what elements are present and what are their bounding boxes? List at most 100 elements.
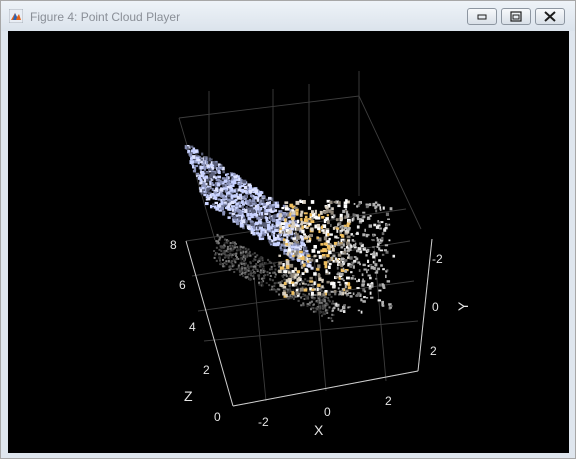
cloud-point bbox=[299, 274, 302, 277]
cloud-point bbox=[296, 270, 301, 274]
cloud-point bbox=[283, 249, 288, 252]
cloud-point bbox=[324, 290, 328, 293]
cloud-point bbox=[322, 293, 326, 297]
cloud-point bbox=[251, 202, 256, 206]
cloud-point bbox=[281, 274, 284, 277]
maximize-button[interactable] bbox=[501, 8, 531, 25]
cloud-point bbox=[375, 209, 378, 213]
cloud-point bbox=[273, 261, 276, 264]
cloud-point bbox=[250, 272, 253, 275]
cloud-point bbox=[276, 241, 281, 245]
cloud-point bbox=[380, 264, 383, 267]
cloud-point bbox=[348, 292, 352, 294]
cloud-point bbox=[268, 240, 272, 244]
cloud-point bbox=[381, 236, 384, 241]
cloud-point bbox=[341, 288, 345, 290]
cloud-point bbox=[369, 276, 372, 280]
cloud-point bbox=[195, 165, 199, 168]
cloud-point bbox=[258, 260, 261, 263]
cloud-point bbox=[252, 231, 256, 236]
cloud-point bbox=[346, 276, 350, 280]
cloud-point bbox=[346, 252, 349, 255]
cloud-point bbox=[330, 223, 332, 227]
cloud-point bbox=[384, 227, 388, 230]
cloud-point bbox=[357, 218, 361, 221]
cloud-point bbox=[228, 265, 231, 268]
cloud-point bbox=[225, 249, 228, 252]
cloud-point bbox=[337, 307, 340, 311]
cloud-point bbox=[331, 313, 334, 316]
cloud-point bbox=[219, 188, 224, 192]
z-axis-ticks: 8 6 4 2 0 bbox=[170, 238, 221, 424]
cloud-point bbox=[307, 283, 310, 286]
title-bar[interactable]: Figure 4: Point Cloud Player bbox=[1, 1, 575, 31]
point-cloud-axes[interactable]: 8 6 4 2 0 Z -2 0 2 X -2 0 2 Y bbox=[8, 31, 569, 453]
cloud-point bbox=[336, 273, 339, 275]
cloud-point bbox=[214, 196, 217, 200]
cloud-point bbox=[287, 248, 292, 252]
cloud-point bbox=[364, 228, 366, 232]
cloud-point bbox=[372, 246, 375, 249]
minimize-button[interactable] bbox=[467, 8, 497, 25]
cloud-point bbox=[281, 280, 284, 283]
cloud-point bbox=[339, 225, 342, 228]
cloud-point bbox=[201, 152, 204, 156]
cloud-point bbox=[244, 247, 247, 250]
cloud-point bbox=[335, 218, 339, 222]
cloud-point bbox=[353, 256, 357, 258]
cloud-point bbox=[254, 221, 259, 226]
cloud-point bbox=[254, 271, 257, 274]
cloud-point bbox=[347, 220, 352, 223]
cloud-point bbox=[318, 301, 321, 304]
cloud-point bbox=[279, 246, 282, 250]
cloud-point bbox=[240, 263, 243, 266]
cloud-point bbox=[270, 265, 273, 268]
cloud-point bbox=[247, 269, 250, 272]
cloud-point bbox=[236, 221, 239, 226]
cloud-point bbox=[240, 258, 243, 261]
cloud-point bbox=[381, 253, 385, 256]
cloud-point bbox=[378, 283, 382, 287]
plot-area[interactable]: 8 6 4 2 0 Z -2 0 2 X -2 0 2 Y bbox=[8, 31, 569, 453]
cloud-point bbox=[347, 239, 351, 242]
cloud-point bbox=[310, 227, 314, 231]
cloud-point bbox=[226, 248, 229, 250]
cloud-point bbox=[330, 207, 333, 211]
cloud-point bbox=[278, 288, 281, 291]
y-tick-label: -2 bbox=[432, 252, 443, 266]
cloud-point bbox=[302, 263, 306, 267]
cloud-point bbox=[245, 250, 247, 253]
cloud-point bbox=[352, 292, 355, 295]
cloud-point bbox=[304, 294, 307, 297]
cloud-point bbox=[264, 212, 269, 216]
cloud-point bbox=[357, 292, 361, 295]
cloud-point bbox=[273, 271, 276, 274]
cloud-point bbox=[240, 200, 244, 204]
cloud-point bbox=[320, 243, 324, 246]
cloud-point bbox=[367, 269, 370, 271]
cloud-point bbox=[362, 263, 366, 267]
cloud-point bbox=[227, 194, 231, 198]
cloud-point bbox=[366, 297, 369, 299]
cloud-point bbox=[189, 153, 192, 158]
cloud-point bbox=[262, 265, 265, 268]
close-button[interactable] bbox=[535, 8, 565, 25]
cloud-point bbox=[238, 178, 241, 182]
cloud-point bbox=[322, 311, 325, 313]
cloud-point bbox=[358, 269, 361, 272]
cloud-point bbox=[333, 244, 336, 248]
cloud-point bbox=[342, 243, 345, 247]
cloud-point bbox=[237, 188, 241, 192]
cloud-point bbox=[205, 171, 209, 174]
cloud-point bbox=[240, 180, 243, 183]
cloud-point bbox=[352, 234, 355, 237]
cloud-point bbox=[337, 204, 341, 208]
cloud-point bbox=[354, 277, 357, 280]
cloud-point bbox=[343, 248, 346, 252]
cloud-point bbox=[355, 257, 359, 261]
cloud-point bbox=[326, 280, 330, 284]
cloud-point bbox=[377, 299, 381, 302]
cloud-point bbox=[303, 246, 308, 251]
cloud-point bbox=[309, 258, 314, 262]
cloud-point bbox=[317, 283, 321, 287]
